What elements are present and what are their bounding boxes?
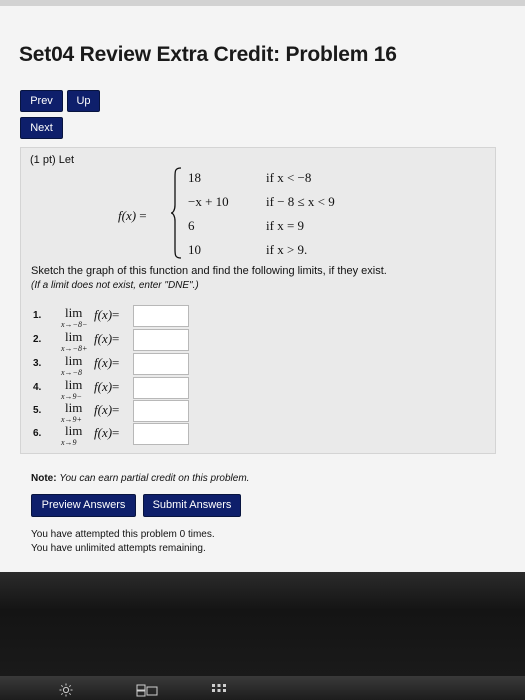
keyboard-function-row bbox=[0, 676, 525, 700]
points-label: (1 pt) Let bbox=[30, 154, 75, 166]
function-equals: = bbox=[139, 208, 147, 223]
limit-answer-input-2[interactable] bbox=[133, 329, 189, 351]
case-condition-2: if − 8 ≤ x < 9 bbox=[266, 194, 335, 209]
function-definition: f(x) = bbox=[118, 208, 147, 224]
instruction-text: Sketch the graph of this function and fi… bbox=[31, 265, 387, 277]
top-clipped-strip bbox=[0, 0, 525, 6]
partial-credit-note: Note: You can earn partial credit on thi… bbox=[31, 473, 249, 484]
limit-row-4: 4. lim x→9− f(x)= bbox=[33, 377, 193, 401]
function-label: f(x) bbox=[118, 208, 137, 223]
limit-operator: lim bbox=[65, 353, 83, 368]
limit-approach: x→9 bbox=[61, 438, 77, 447]
limit-number: 1. bbox=[33, 310, 42, 321]
limit-approach: x→−8 bbox=[61, 368, 82, 377]
limit-expression: f(x)= bbox=[94, 425, 119, 441]
limit-answer-input-4[interactable] bbox=[133, 377, 189, 399]
limit-equals: = bbox=[112, 355, 120, 370]
case-value-1: 18 bbox=[188, 170, 201, 185]
case-condition-1: if x < −8 bbox=[266, 170, 312, 185]
limit-approach: x→−8− bbox=[61, 320, 88, 329]
submit-answers-button[interactable]: Submit Answers bbox=[143, 494, 241, 517]
limit-function: f(x) bbox=[94, 307, 113, 322]
limit-answer-input-3[interactable] bbox=[133, 353, 189, 375]
limit-function: f(x) bbox=[94, 355, 113, 370]
limit-number: 3. bbox=[33, 358, 42, 369]
limit-expression: f(x)= bbox=[94, 402, 119, 418]
preview-answers-button[interactable]: Preview Answers bbox=[31, 494, 136, 517]
limit-answer-input-1[interactable] bbox=[133, 305, 189, 327]
next-button[interactable]: Next bbox=[20, 117, 63, 139]
attempts-info: You have attempted this problem 0 times.… bbox=[31, 528, 215, 556]
attempts-remaining-text: You have unlimited attempts remaining. bbox=[31, 543, 206, 554]
note-label: Note: bbox=[31, 473, 57, 484]
case-value-3: 6 bbox=[188, 218, 195, 233]
case-value-2: −x + 10 bbox=[188, 194, 229, 209]
browser-page: Set04 Review Extra Credit: Problem 16 Pr… bbox=[0, 0, 525, 572]
limit-operator: lim bbox=[65, 305, 83, 320]
limit-equals: = bbox=[112, 307, 120, 322]
limit-answer-input-6[interactable] bbox=[133, 423, 189, 445]
limit-equals: = bbox=[112, 425, 120, 440]
piecewise-brace bbox=[170, 167, 182, 259]
limit-number: 2. bbox=[33, 334, 42, 345]
limit-operator: lim bbox=[65, 377, 83, 392]
limit-approach: x→−8+ bbox=[61, 344, 88, 353]
limit-function: f(x) bbox=[94, 379, 113, 394]
limit-function: f(x) bbox=[94, 425, 113, 440]
dne-hint: (If a limit does not exist, enter "DNE".… bbox=[31, 280, 199, 291]
limit-function: f(x) bbox=[94, 331, 113, 346]
case-condition-3: if x = 9 bbox=[266, 218, 305, 233]
prev-button[interactable]: Prev bbox=[20, 90, 63, 112]
note-text: You can earn partial credit on this prob… bbox=[59, 473, 250, 484]
page-title: Set04 Review Extra Credit: Problem 16 bbox=[19, 43, 397, 66]
limit-expression: f(x)= bbox=[94, 331, 119, 347]
limit-number: 4. bbox=[33, 382, 42, 393]
limit-expression: f(x)= bbox=[94, 307, 119, 323]
limit-expression: f(x)= bbox=[94, 379, 119, 395]
brightness-icon[interactable] bbox=[58, 683, 74, 697]
case-condition-4: if x > 9. bbox=[266, 242, 308, 257]
limit-row-5: 5. lim x→9+ f(x)= bbox=[33, 400, 193, 424]
case-value-4: 10 bbox=[188, 242, 201, 257]
limit-row-1: 1. lim x→−8− f(x)= bbox=[33, 305, 193, 329]
limit-operator: lim bbox=[65, 329, 83, 344]
limit-number: 5. bbox=[33, 405, 42, 416]
limit-operator: lim bbox=[65, 423, 83, 438]
up-button[interactable]: Up bbox=[67, 90, 100, 112]
limit-expression: f(x)= bbox=[94, 355, 119, 371]
limit-row-2: 2. lim x→−8+ f(x)= bbox=[33, 329, 193, 353]
limit-operator: lim bbox=[65, 400, 83, 415]
limit-equals: = bbox=[112, 379, 120, 394]
limit-function: f(x) bbox=[94, 402, 113, 417]
limit-equals: = bbox=[112, 402, 120, 417]
limit-number: 6. bbox=[33, 428, 42, 439]
attempted-count-text: You have attempted this problem 0 times. bbox=[31, 529, 215, 540]
mission-control-icon[interactable] bbox=[136, 683, 158, 697]
limit-row-3: 3. lim x→−8 f(x)= bbox=[33, 353, 193, 377]
limit-row-6: 6. lim x→9 f(x)= bbox=[33, 423, 193, 447]
launchpad-icon[interactable] bbox=[211, 683, 227, 697]
limit-equals: = bbox=[112, 331, 120, 346]
limit-answer-input-5[interactable] bbox=[133, 400, 189, 422]
